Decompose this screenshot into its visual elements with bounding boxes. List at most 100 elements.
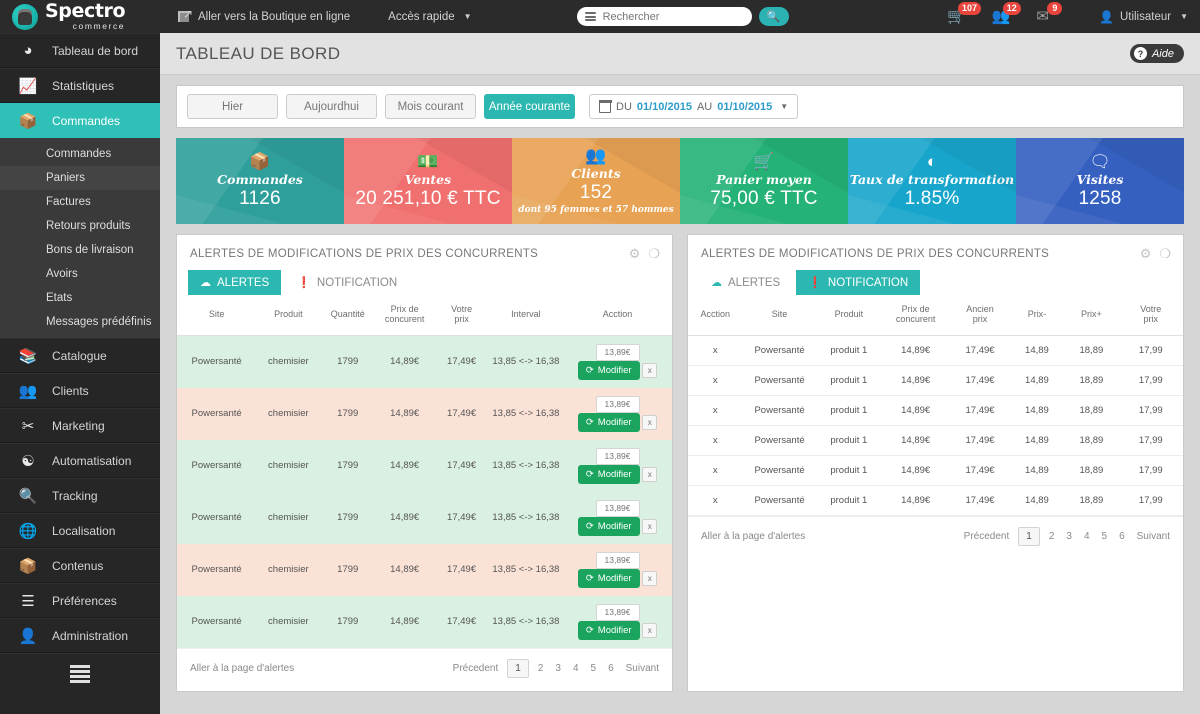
table-row[interactable]: Powersanté chemisier 1799 14,89€ 17,49€ … [177,595,672,648]
sidebar-subitem-paniers[interactable]: Paniers [0,166,160,190]
delete-row-button[interactable]: x [642,623,658,639]
sidebar-item-administration[interactable]: 👤 Administration [0,618,160,653]
pagination-page-6[interactable]: 6 [608,663,614,674]
table-row[interactable]: x Powersanté produit 1 14,89€ 17,49€ 14,… [688,365,1183,396]
delete-row-button[interactable]: x [642,363,658,379]
delete-row-button[interactable]: x [642,519,658,535]
tab-alertes[interactable]: ☁ ALERTES [699,270,792,295]
filter-mois-courant-button[interactable]: Mois courant [385,94,476,119]
pagination-page-2[interactable]: 2 [1049,531,1055,542]
table-row[interactable]: Powersanté chemisier 1799 14,89€ 17,49€ … [177,387,672,440]
price-input[interactable] [595,447,640,465]
sidebar-subitem-factures[interactable]: Factures [0,190,160,214]
search-button[interactable]: 🔍 [758,7,789,26]
tab-notification[interactable]: ❗ NOTIFICATION [285,270,409,295]
close-circle-icon[interactable]: ❍ [648,246,660,262]
stat-card-taux-de-transformation[interactable]: ◐ Taux de transformation 1.85% [848,138,1016,224]
price-input[interactable] [595,343,640,361]
modify-button[interactable]: ⟳ Modifier [577,568,640,588]
sidebar-item-tableau-de-bord[interactable]: ◕ Tableau de bord [0,33,160,68]
help-button[interactable]: ? Aide [1129,44,1184,63]
sidebar-item-commandes[interactable]: 📦 Commandes [0,103,160,138]
sidebar-item-contenus[interactable]: 📦 Contenus [0,548,160,583]
search-box[interactable] [576,7,752,26]
sidebar-collapse-toggle[interactable] [0,653,160,693]
pagination-page-3[interactable]: 3 [1066,531,1072,542]
sidebar-subitem-bons-de-livraison[interactable]: Bons de livraison [0,238,160,262]
sidebar-subitem-etats[interactable]: Etats [0,286,160,310]
cart-notification[interactable]: 🛒 107 [947,2,982,24]
modify-button[interactable]: ⟳ Modifier [577,360,640,380]
close-circle-icon[interactable]: ❍ [1159,246,1171,262]
filter-hier-button[interactable]: Hier [187,94,278,119]
pagination-page-4[interactable]: 4 [573,663,579,674]
table-row[interactable]: Powersanté chemisier 1799 14,89€ 17,49€ … [177,543,672,596]
users-notification[interactable]: 👥 12 [992,2,1021,24]
pagination-page-5[interactable]: 5 [1102,531,1108,542]
pagination-page-4[interactable]: 4 [1084,531,1090,542]
date-range-picker[interactable]: DU 01/10/2015 AU 01/10/2015 ▼ [589,94,799,119]
table-row[interactable]: x Powersanté produit 1 14,89€ 17,49€ 14,… [688,425,1183,456]
table-row[interactable]: Powersanté chemisier 1799 14,89€ 17,49€ … [177,491,672,544]
modify-button[interactable]: ⟳ Modifier [577,620,640,640]
sidebar-subitem-avoirs[interactable]: Avoirs [0,262,160,286]
cell-action[interactable]: x [688,455,743,486]
cell-action[interactable]: x [688,335,743,366]
table-row[interactable]: Powersanté chemisier 1799 14,89€ 17,49€ … [177,335,672,388]
table-row[interactable]: Powersanté chemisier 1799 14,89€ 17,49€ … [177,439,672,492]
pagination-page-3[interactable]: 3 [555,663,561,674]
goto-alerts-page-link[interactable]: Aller à la page d'alertes [190,663,294,674]
sidebar-subitem-retours-produits[interactable]: Retours produits [0,214,160,238]
goto-shop-link[interactable]: Aller vers la Boutique en ligne [178,7,350,23]
stat-card-commandes[interactable]: 📦 Commandes 1126 [176,138,344,224]
search-filter-icon[interactable] [584,12,596,21]
app-logo[interactable]: Spectro commerce [0,0,160,33]
sidebar-item-catalogue[interactable]: 📚 Catalogue [0,338,160,373]
table-row[interactable]: x Powersanté produit 1 14,89€ 17,49€ 14,… [688,335,1183,366]
sidebar-item-automatisation[interactable]: ☯ Automatisation [0,443,160,478]
pagination-page-5[interactable]: 5 [591,663,597,674]
sidebar-item-clients[interactable]: 👥 Clients [0,373,160,408]
stat-card-panier-moyen[interactable]: 🛒 Panier moyen 75,00 € TTC [680,138,848,224]
table-row[interactable]: x Powersanté produit 1 14,89€ 17,49€ 14,… [688,485,1183,516]
price-input[interactable] [595,499,640,517]
cell-action[interactable]: x [688,395,743,426]
pagination-prev[interactable]: Précedent [964,531,1010,542]
modify-button[interactable]: ⟳ Modifier [577,464,640,484]
gear-icon[interactable]: ⚙ [1140,246,1152,262]
pagination-page-2[interactable]: 2 [538,663,544,674]
price-input[interactable] [595,395,640,413]
cell-action[interactable]: x [688,365,743,396]
modify-button[interactable]: ⟳ Modifier [577,516,640,536]
user-menu[interactable]: 👤 Utilisateur ▼ [1099,10,1188,24]
delete-row-button[interactable]: x [642,571,658,587]
sidebar-item-marketing[interactable]: ✂ Marketing [0,408,160,443]
price-input[interactable] [595,551,640,569]
stat-card-ventes[interactable]: 💵 Ventes 20 251,10 € TTC [344,138,512,224]
cell-action[interactable]: x [688,425,743,456]
quick-access-menu[interactable]: Accès rapide ▼ [388,11,471,23]
filter-annee-courante-button[interactable]: Année courante [484,94,575,119]
tab-alertes[interactable]: ☁ ALERTES [188,270,282,295]
goto-alerts-page-link[interactable]: Aller à la page d'alertes [701,531,805,542]
price-input[interactable] [595,603,640,621]
pagination-prev[interactable]: Précedent [453,663,499,674]
delete-row-button[interactable]: x [642,415,658,431]
pagination-page-6[interactable]: 6 [1119,531,1125,542]
sidebar-subitem-commandes[interactable]: Commandes [0,142,160,166]
table-row[interactable]: x Powersanté produit 1 14,89€ 17,49€ 14,… [688,455,1183,486]
gear-icon[interactable]: ⚙ [629,246,641,262]
tab-notification[interactable]: ❗ NOTIFICATION [796,270,921,295]
filter-aujourdhui-button[interactable]: Aujourdhui [286,94,377,119]
pagination-page-1[interactable]: 1 [1018,526,1040,546]
search-input[interactable] [602,10,744,23]
sidebar-subitem-messages-predefinis[interactable]: Messages prédéfinis [0,310,160,334]
pagination-page-1[interactable]: 1 [507,658,529,678]
sidebar-item-localisation[interactable]: 🌐 Localisation [0,513,160,548]
pagination-next[interactable]: Suivant [1137,531,1170,542]
pagination-next[interactable]: Suivant [626,663,659,674]
stat-card-visites[interactable]: 🗨 Visites 1258 [1016,138,1184,224]
delete-row-button[interactable]: x [642,467,658,483]
mail-notification[interactable]: ✉ 9 [1036,2,1063,24]
table-row[interactable]: x Powersanté produit 1 14,89€ 17,49€ 14,… [688,395,1183,426]
